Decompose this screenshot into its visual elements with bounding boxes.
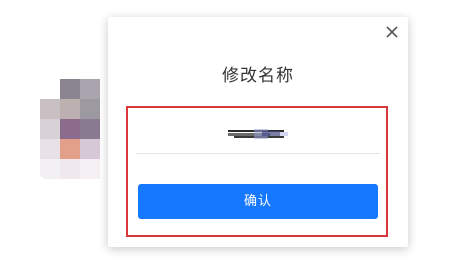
avatar-mosaic-cell: [80, 79, 100, 99]
name-input[interactable]: [136, 121, 380, 154]
avatar-mosaic-cell: [60, 79, 80, 99]
avatar-mosaic-cell: [40, 79, 60, 99]
avatar-mosaic-cell: [80, 159, 100, 179]
rename-dialog: 修改名称 确认: [108, 17, 408, 247]
avatar-mosaic-cell: [40, 159, 60, 179]
avatar-mosaic-cell: [40, 139, 60, 159]
avatar-mosaic-cell: [60, 99, 80, 119]
avatar-mosaic-cell: [80, 139, 100, 159]
confirm-button[interactable]: 确认: [138, 184, 378, 219]
dialog-title: 修改名称: [222, 66, 294, 86]
avatar-mosaic-cell: [60, 159, 80, 179]
avatar-mosaic-cell: [40, 99, 60, 119]
close-icon[interactable]: [384, 24, 400, 40]
avatar-mosaic-cell: [60, 119, 80, 139]
redacted-name: [228, 129, 288, 139]
avatar-mosaic-cell: [40, 119, 60, 139]
screen: 修改名称 确认: [0, 0, 460, 277]
avatar-mosaic-cell: [80, 119, 100, 139]
avatar-mosaic-cell: [80, 99, 100, 119]
avatar-mosaic-cell: [60, 139, 80, 159]
